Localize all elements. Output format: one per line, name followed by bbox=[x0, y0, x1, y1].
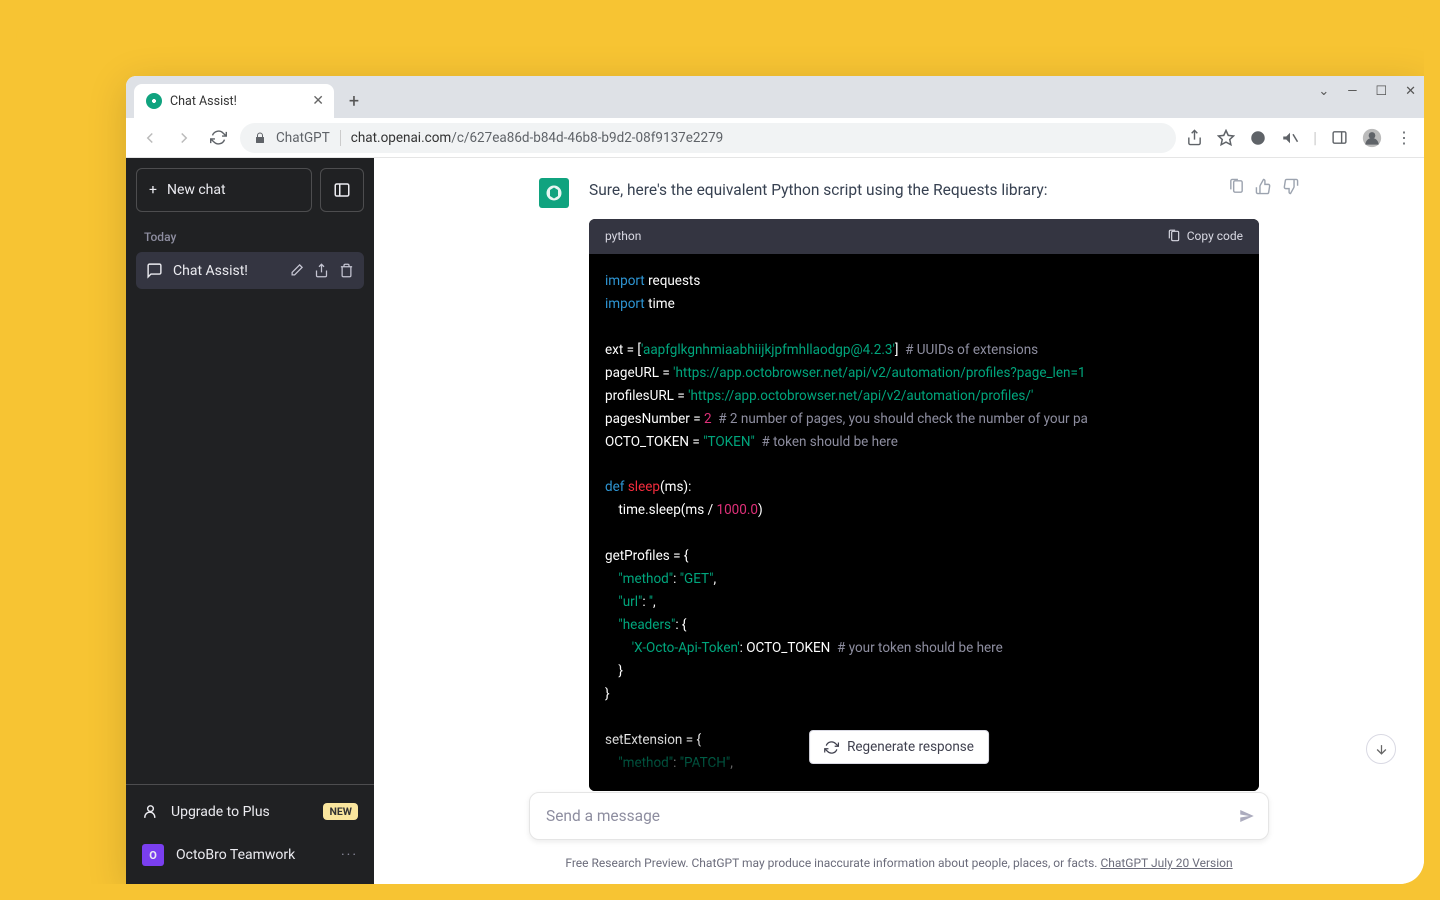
tab-title: Chat Assist! bbox=[170, 94, 237, 109]
message-area: Sure, here's the equivalent Python scrip… bbox=[374, 158, 1424, 884]
mute-icon[interactable] bbox=[1281, 129, 1299, 147]
code-body[interactable]: import requests import time ext = ['aapf… bbox=[589, 254, 1259, 791]
user-icon bbox=[142, 803, 159, 820]
sidepanel-icon[interactable] bbox=[1331, 129, 1348, 146]
message-content: Sure, here's the equivalent Python scrip… bbox=[589, 178, 1259, 791]
sidebar: + New chat Today Chat Assist! bbox=[126, 158, 374, 884]
edit-icon[interactable] bbox=[289, 263, 304, 278]
kebab-menu-icon[interactable]: ⋮ bbox=[1396, 128, 1412, 147]
app-body: + New chat Today Chat Assist! bbox=[126, 158, 1424, 884]
chat-actions bbox=[289, 263, 354, 278]
message-text: Sure, here's the equivalent Python scrip… bbox=[589, 178, 1259, 203]
new-chat-button[interactable]: + New chat bbox=[136, 168, 312, 212]
arrow-down-icon bbox=[1374, 742, 1389, 757]
delete-icon[interactable] bbox=[339, 263, 354, 278]
forward-button[interactable] bbox=[172, 126, 196, 150]
window-controls: ⌄ — ☐ ✕ bbox=[1318, 84, 1416, 99]
address-bar: ChatGPT chat.openai.com/c/627ea86d-b84d-… bbox=[126, 118, 1424, 158]
back-button[interactable] bbox=[138, 126, 162, 150]
new-badge: NEW bbox=[323, 803, 358, 820]
upgrade-row[interactable]: Upgrade to Plus NEW bbox=[126, 791, 374, 832]
code-header: python Copy code bbox=[589, 219, 1259, 254]
composer: Send a message bbox=[529, 792, 1269, 840]
message-actions bbox=[1228, 178, 1299, 195]
collapse-sidebar-button[interactable] bbox=[320, 168, 364, 212]
footer-disclaimer: Free Research Preview. ChatGPT may produ… bbox=[374, 856, 1424, 870]
code-lang-label: python bbox=[605, 227, 641, 246]
workspace-name: OctoBro Teamwork bbox=[176, 847, 295, 863]
regenerate-icon bbox=[824, 740, 839, 755]
copy-code-button[interactable]: Copy code bbox=[1167, 227, 1243, 246]
new-tab-button[interactable]: + bbox=[340, 87, 368, 115]
scroll-down-button[interactable] bbox=[1366, 734, 1396, 764]
message-input[interactable]: Send a message bbox=[529, 792, 1269, 840]
send-button[interactable] bbox=[1238, 807, 1256, 825]
panel-icon bbox=[333, 181, 351, 199]
maximize-icon[interactable]: ☐ bbox=[1375, 84, 1387, 99]
chat-date-label: Today bbox=[126, 222, 374, 252]
close-tab-icon[interactable]: ✕ bbox=[312, 93, 324, 109]
assistant-message: Sure, here's the equivalent Python scrip… bbox=[499, 178, 1299, 791]
thumbs-up-icon[interactable] bbox=[1255, 178, 1272, 195]
version-link[interactable]: ChatGPT July 20 Version bbox=[1100, 856, 1232, 870]
chatgpt-favicon-icon bbox=[146, 93, 162, 109]
upgrade-label: Upgrade to Plus bbox=[171, 804, 270, 820]
new-chat-label: New chat bbox=[167, 182, 226, 198]
plus-icon: + bbox=[149, 182, 157, 198]
regenerate-button[interactable]: Regenerate response bbox=[809, 730, 989, 764]
code-block: python Copy code import requests import … bbox=[589, 219, 1259, 791]
chat-icon bbox=[146, 262, 163, 279]
url-field[interactable]: ChatGPT chat.openai.com/c/627ea86d-b84d-… bbox=[240, 123, 1176, 153]
copy-message-icon[interactable] bbox=[1228, 178, 1245, 195]
share-icon[interactable] bbox=[1186, 129, 1203, 146]
minimize-icon[interactable]: — bbox=[1347, 84, 1357, 99]
main-pane: Sure, here's the equivalent Python scrip… bbox=[374, 158, 1424, 884]
share-chat-icon[interactable] bbox=[314, 263, 329, 278]
sidebar-chat-item[interactable]: Chat Assist! bbox=[136, 252, 364, 289]
lock-icon bbox=[254, 132, 266, 144]
chat-title: Chat Assist! bbox=[173, 263, 248, 279]
reload-button[interactable] bbox=[206, 126, 230, 150]
close-window-icon[interactable]: ✕ bbox=[1405, 84, 1416, 99]
chatgpt-avatar-icon bbox=[539, 178, 569, 208]
sidebar-bottom: Upgrade to Plus NEW O OctoBro Teamwork ·… bbox=[126, 784, 374, 884]
tab-strip: Chat Assist! ✕ + ⌄ — ☐ ✕ bbox=[126, 76, 1424, 118]
workspace-menu-icon[interactable]: ··· bbox=[341, 847, 358, 863]
bookmark-star-icon[interactable] bbox=[1217, 129, 1235, 147]
profile-avatar-icon[interactable] bbox=[1362, 128, 1382, 148]
browser-window: Chat Assist! ✕ + ⌄ — ☐ ✕ ChatGPT chat.op… bbox=[126, 76, 1424, 884]
workspace-avatar: O bbox=[142, 844, 164, 866]
thumbs-down-icon[interactable] bbox=[1282, 178, 1299, 195]
chevron-down-icon[interactable]: ⌄ bbox=[1318, 84, 1329, 99]
clipboard-icon bbox=[1167, 229, 1181, 243]
url-app-label: ChatGPT bbox=[276, 130, 341, 146]
cookie-icon[interactable] bbox=[1249, 129, 1267, 147]
send-icon bbox=[1238, 807, 1256, 825]
browser-tab[interactable]: Chat Assist! ✕ bbox=[134, 84, 334, 118]
addr-icons: | ⋮ bbox=[1186, 128, 1412, 148]
workspace-row[interactable]: O OctoBro Teamwork ··· bbox=[126, 832, 374, 878]
